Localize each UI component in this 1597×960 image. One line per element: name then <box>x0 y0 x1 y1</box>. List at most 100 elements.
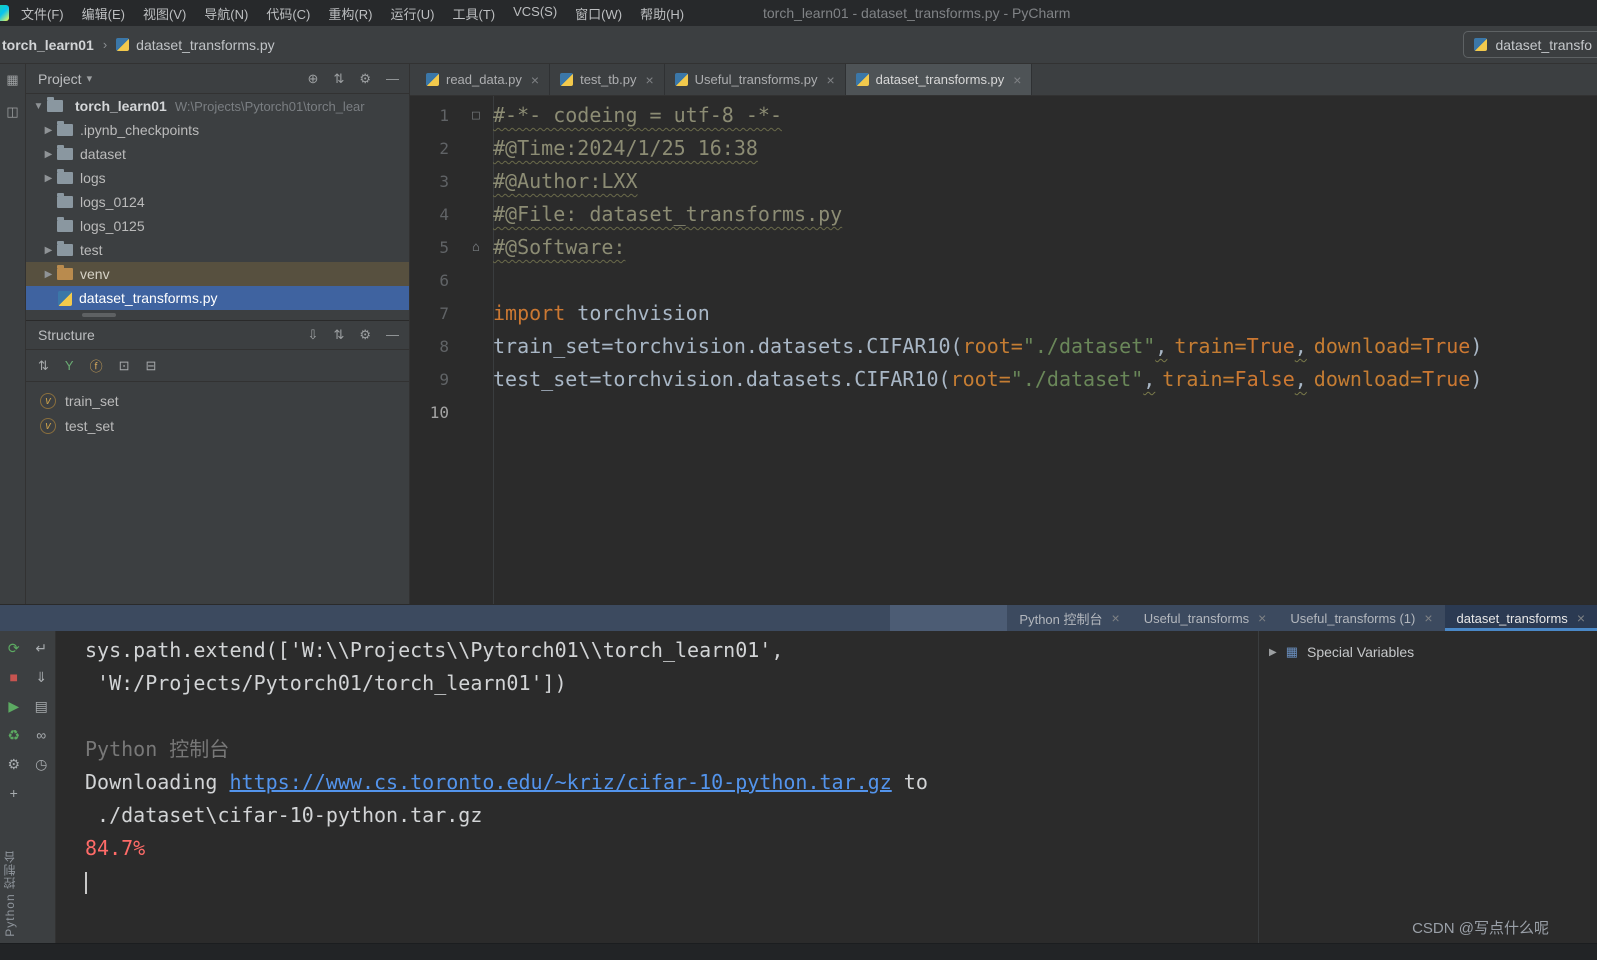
breadcrumb-file[interactable]: dataset_transforms.py <box>116 37 275 53</box>
chevron-icon[interactable]: ▶ <box>40 245 57 256</box>
tree-item[interactable]: ▶ test <box>26 238 409 262</box>
editor-tab[interactable]: Useful_transforms.py × <box>665 64 846 95</box>
hide-panel-icon[interactable]: — <box>386 327 399 343</box>
editor-line[interactable]: 10 <box>410 396 1597 429</box>
editor-tab-label: test_tb.py <box>580 72 637 87</box>
code-editor[interactable]: □ 1 #-*- codeing = utf-8 -*- 2 #@Time:20… <box>410 96 1597 604</box>
editor-tab[interactable]: test_tb.py × <box>550 64 665 95</box>
console-prompt-icon[interactable]: ∞ <box>36 728 46 742</box>
close-icon[interactable]: × <box>531 72 539 88</box>
menu-item[interactable]: 编辑(E) <box>73 4 134 23</box>
code-token: download= <box>1313 334 1423 358</box>
bookmarks-tool-icon[interactable]: ◫ <box>6 104 18 120</box>
python-file-icon <box>674 73 688 86</box>
editor-line[interactable]: 4 #@File: dataset_transforms.py <box>410 198 1597 231</box>
console-text <box>85 869 87 894</box>
editor-line[interactable]: □ 1 #-*- codeing = utf-8 -*- <box>410 99 1597 132</box>
editor-tab[interactable]: dataset_transforms.py × <box>845 64 1033 95</box>
editor-line[interactable]: 7 import torchvision <box>410 297 1597 330</box>
tree-item-root[interactable]: ▼ torch_learn01 W:\Projects\Pytorch01\to… <box>26 94 409 118</box>
settings-icon[interactable]: ⚙ <box>7 757 20 771</box>
hide-panel-icon[interactable]: — <box>386 71 399 87</box>
project-tool-icon[interactable]: ▦ <box>6 72 18 88</box>
history-icon[interactable]: ◷ <box>35 757 47 771</box>
tree-item[interactable]: logs_0124 <box>26 190 409 214</box>
close-icon[interactable]: × <box>645 72 653 88</box>
close-icon[interactable]: × <box>1424 610 1432 626</box>
tree-item[interactable]: ▶ .ipynb_checkpoints <box>26 118 409 142</box>
chevron-icon[interactable]: ▶ <box>40 149 57 160</box>
chevron-right-icon[interactable]: ▶ <box>1269 647 1277 658</box>
menu-item[interactable]: 窗口(W) <box>566 4 631 23</box>
menu-bar: 文件(F) 编辑(E) 视图(V) 导航(N) 代码(C) 重构(R) 运行(U) 工具(T)… <box>0 0 1597 26</box>
console-text: Python 控制台 <box>85 737 229 761</box>
restart-console-icon[interactable]: ♻ <box>7 728 20 742</box>
execute-icon[interactable]: ▶ <box>8 699 19 713</box>
editor-line[interactable]: 8 train_set=torchvision.datasets.CIFAR10… <box>410 330 1597 363</box>
tree-item[interactable]: dataset_transforms.py <box>26 286 409 310</box>
chevron-icon[interactable]: ▶ <box>40 173 57 184</box>
console-tab[interactable]: dataset_transforms × <box>1444 605 1597 631</box>
menu-item[interactable]: 代码(C) <box>257 4 319 23</box>
console-tab[interactable]: Useful_transforms × <box>1132 605 1279 631</box>
menu-item[interactable]: 运行(U) <box>381 4 443 23</box>
chevron-icon[interactable]: ▶ <box>40 125 57 136</box>
tree-item[interactable]: ▶ logs <box>26 166 409 190</box>
menu-item[interactable]: 帮助(H) <box>631 4 693 23</box>
close-icon[interactable]: × <box>826 72 834 88</box>
editor-line[interactable]: 3 #@Author:LXX <box>410 165 1597 198</box>
editor-line[interactable]: 2 #@Time:2024/1/25 16:38 <box>410 132 1597 165</box>
console-tab[interactable]: Useful_transforms (1) × <box>1278 605 1444 631</box>
item-icon <box>58 290 72 306</box>
menu-item[interactable]: 工具(T) <box>443 4 504 23</box>
menu-item[interactable]: 导航(N) <box>195 4 257 23</box>
horizontal-scrollbar-thumb[interactable] <box>82 313 116 317</box>
collapse-nodes-icon[interactable]: ⊟ <box>146 358 157 374</box>
breadcrumb-project[interactable]: torch_learn01 <box>2 37 94 53</box>
chevron-icon[interactable]: ▶ <box>40 269 57 280</box>
close-icon[interactable]: × <box>1013 72 1021 88</box>
stop-icon[interactable]: ■ <box>10 670 18 684</box>
tree-item[interactable]: logs_0125 <box>26 214 409 238</box>
show-fields-icon[interactable]: ⓕ <box>90 356 103 375</box>
menu-item[interactable]: 视图(V) <box>134 4 195 23</box>
close-icon[interactable]: × <box>1577 610 1585 626</box>
console-output[interactable]: sys.path.extend(['W:\\Projects\\Pytorch0… <box>56 631 1258 943</box>
settings-icon[interactable]: ⚙ <box>359 71 371 87</box>
editor-line[interactable]: 6 <box>410 264 1597 297</box>
locate-file-icon[interactable]: ⊕ <box>308 71 319 87</box>
structure-panel-title[interactable]: Structure <box>38 327 95 343</box>
settings-icon[interactable]: ⚙ <box>359 327 371 343</box>
menu-item[interactable]: 重构(R) <box>319 4 381 23</box>
code-line: import torchvision <box>493 297 710 330</box>
project-panel-title[interactable]: Project <box>38 71 82 87</box>
collapse-all-icon[interactable]: ⇅ <box>333 71 344 87</box>
close-icon[interactable]: × <box>1258 610 1266 626</box>
filter-icon[interactable]: Y <box>65 358 74 373</box>
editor-tab[interactable]: read_data.py × <box>416 64 551 95</box>
structure-item[interactable]: v test_set <box>26 413 409 438</box>
rerun-icon[interactable]: ⟳ <box>8 641 20 655</box>
console-link[interactable]: https://www.cs.toronto.edu/~kriz/cifar-1… <box>230 770 892 794</box>
show-inherited-icon[interactable]: ⊡ <box>119 358 130 374</box>
editor-line[interactable]: ⌂ 5 #@Software: <box>410 231 1597 264</box>
sort-alphabetically-icon[interactable]: ⇅ <box>38 358 49 374</box>
soft-wrap-icon[interactable]: ↵ <box>35 641 47 655</box>
console-tab[interactable]: Python 控制台 × <box>1007 605 1131 631</box>
menu-item[interactable]: 文件(F) <box>12 4 73 23</box>
run-config-selector[interactable]: dataset_transfo <box>1463 31 1597 58</box>
print-icon[interactable]: ▤ <box>35 699 48 713</box>
expand-all-icon[interactable]: ⇩ <box>308 327 319 343</box>
tree-item[interactable]: ▶ venv <box>26 262 409 286</box>
tree-item[interactable]: ▶ dataset <box>26 142 409 166</box>
console-stripe-button[interactable]: Python 控制台 <box>1 850 18 937</box>
collapse-all-icon[interactable]: ⇅ <box>333 327 344 343</box>
editor-line[interactable]: 9 test_set=torchvision.datasets.CIFAR10(… <box>410 363 1597 396</box>
structure-item[interactable]: v train_set <box>26 388 409 413</box>
close-icon[interactable]: × <box>1112 610 1120 626</box>
new-console-icon[interactable]: + <box>10 786 18 800</box>
scroll-to-end-icon[interactable]: ⇓ <box>35 670 47 684</box>
chevron-expanded-icon[interactable]: ▼ <box>30 101 47 112</box>
menu-item[interactable]: VCS(S) <box>504 4 566 23</box>
